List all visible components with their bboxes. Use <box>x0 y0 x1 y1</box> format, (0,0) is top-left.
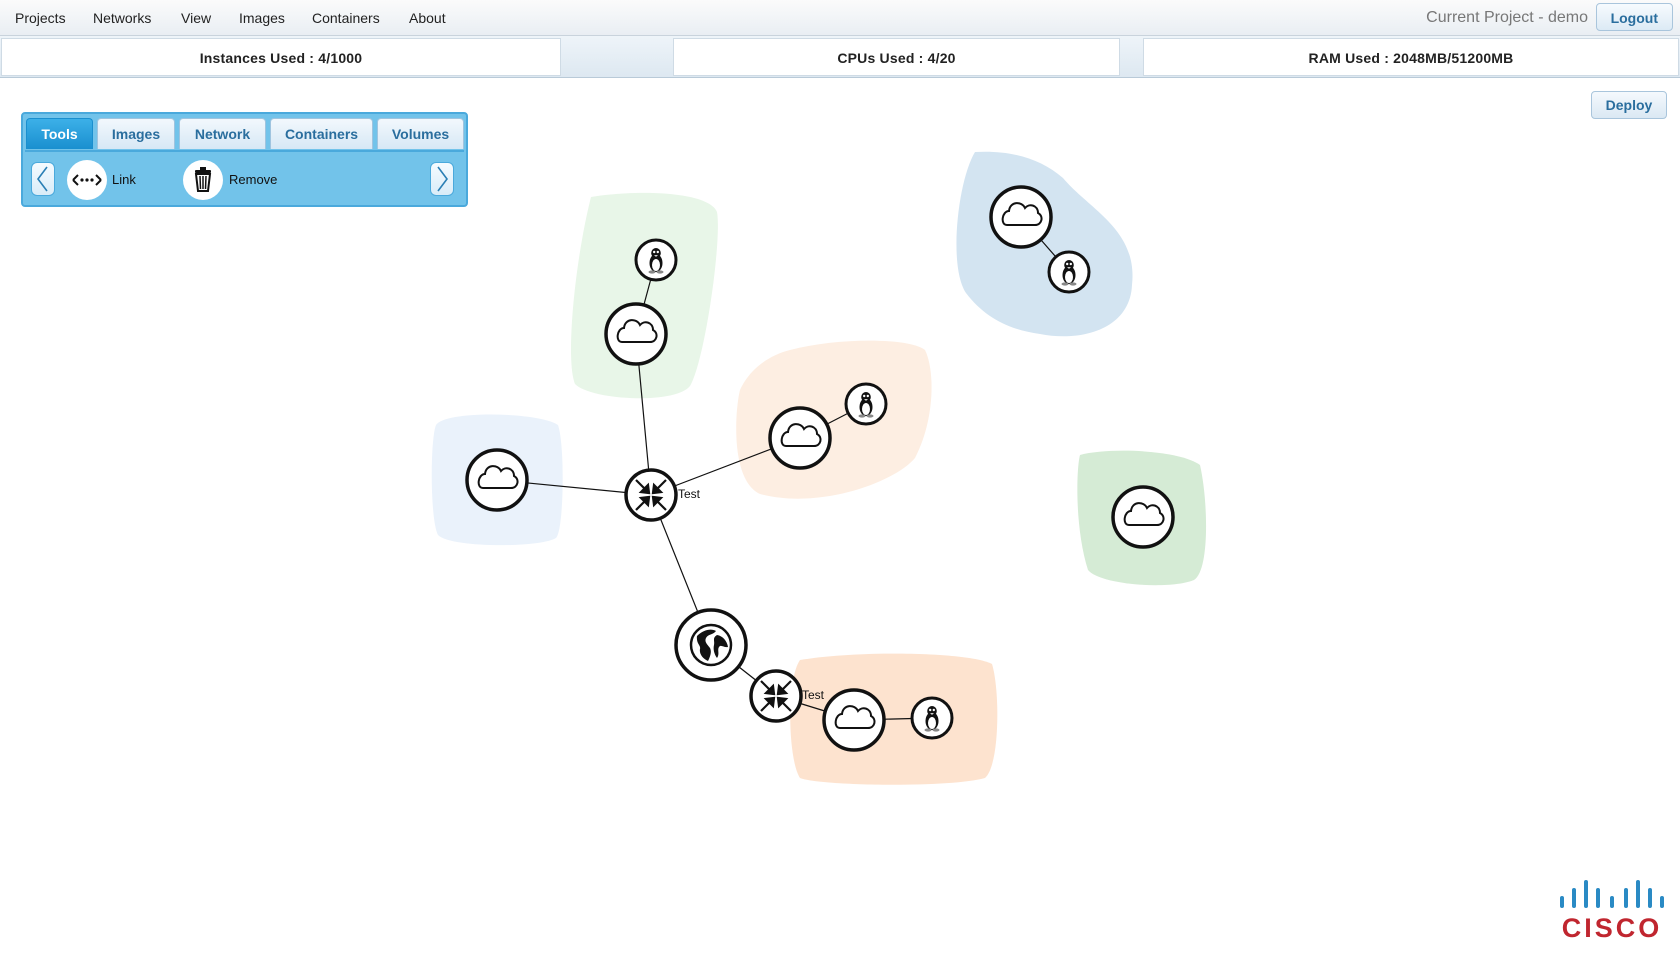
ram-used: RAM Used : 2048MB/51200MB <box>1143 38 1679 76</box>
instance-node[interactable] <box>910 696 954 740</box>
chevron-left-icon <box>37 166 48 192</box>
scroll-right-button[interactable] <box>430 162 454 196</box>
subnet-region <box>956 151 1133 337</box>
tab-tools[interactable]: Tools <box>26 118 93 149</box>
cpus-used: CPUs Used : 4/20 <box>673 38 1120 76</box>
router-node[interactable] <box>624 468 678 522</box>
instance-node[interactable] <box>1047 250 1091 294</box>
network-node[interactable] <box>768 406 832 470</box>
link-icon <box>72 174 102 186</box>
network-node[interactable] <box>989 185 1053 249</box>
router-node[interactable] <box>749 669 803 723</box>
tab-divider <box>25 150 464 152</box>
cisco-bars-icon <box>1560 880 1664 908</box>
menu-projects[interactable]: Projects <box>15 0 66 36</box>
cisco-wordmark: CISCO <box>1561 913 1663 943</box>
menu-containers[interactable]: Containers <box>312 0 380 36</box>
subnet-region <box>570 192 718 399</box>
cisco-logo: CISCO <box>1556 878 1668 944</box>
tab-containers[interactable]: Containers <box>270 118 373 149</box>
menu-view[interactable]: View <box>181 0 211 36</box>
usage-bar: Instances Used : 4/1000 CPUs Used : 4/20… <box>0 36 1680 78</box>
deploy-button[interactable]: Deploy <box>1591 91 1667 119</box>
router-label: Test <box>678 487 701 501</box>
instances-used: Instances Used : 4/1000 <box>1 38 561 76</box>
tab-network[interactable]: Network <box>179 118 266 149</box>
chevron-right-icon <box>437 166 448 192</box>
subnet-region <box>736 340 932 499</box>
scroll-left-button[interactable] <box>31 162 55 196</box>
instance-node[interactable] <box>634 238 678 282</box>
trash-icon <box>194 167 212 192</box>
menubar: Projects Networks View Images Containers… <box>0 0 1680 36</box>
menu-images[interactable]: Images <box>239 0 285 36</box>
menu-about[interactable]: About <box>409 0 446 36</box>
network-node[interactable] <box>1111 485 1175 549</box>
current-project-label: Current Project - demo <box>1426 9 1588 26</box>
link-tool[interactable] <box>67 160 107 200</box>
network-node[interactable] <box>465 448 529 512</box>
link-tool-label: Link <box>112 172 136 187</box>
tab-volumes[interactable]: Volumes <box>377 118 464 149</box>
tab-images[interactable]: Images <box>97 118 175 149</box>
menu-networks[interactable]: Networks <box>93 0 151 36</box>
network-node[interactable] <box>822 688 886 752</box>
logout-button[interactable]: Logout <box>1595 3 1673 31</box>
remove-tool[interactable] <box>183 160 223 200</box>
network-node[interactable] <box>604 302 668 366</box>
internet-gateway-node[interactable] <box>674 608 748 682</box>
toolbox-panel: Tools Images Network Containers Volumes … <box>21 112 468 207</box>
subnet-region <box>790 653 998 785</box>
globe-icon <box>689 623 733 667</box>
instance-node[interactable] <box>844 382 888 426</box>
remove-tool-label: Remove <box>229 172 278 187</box>
